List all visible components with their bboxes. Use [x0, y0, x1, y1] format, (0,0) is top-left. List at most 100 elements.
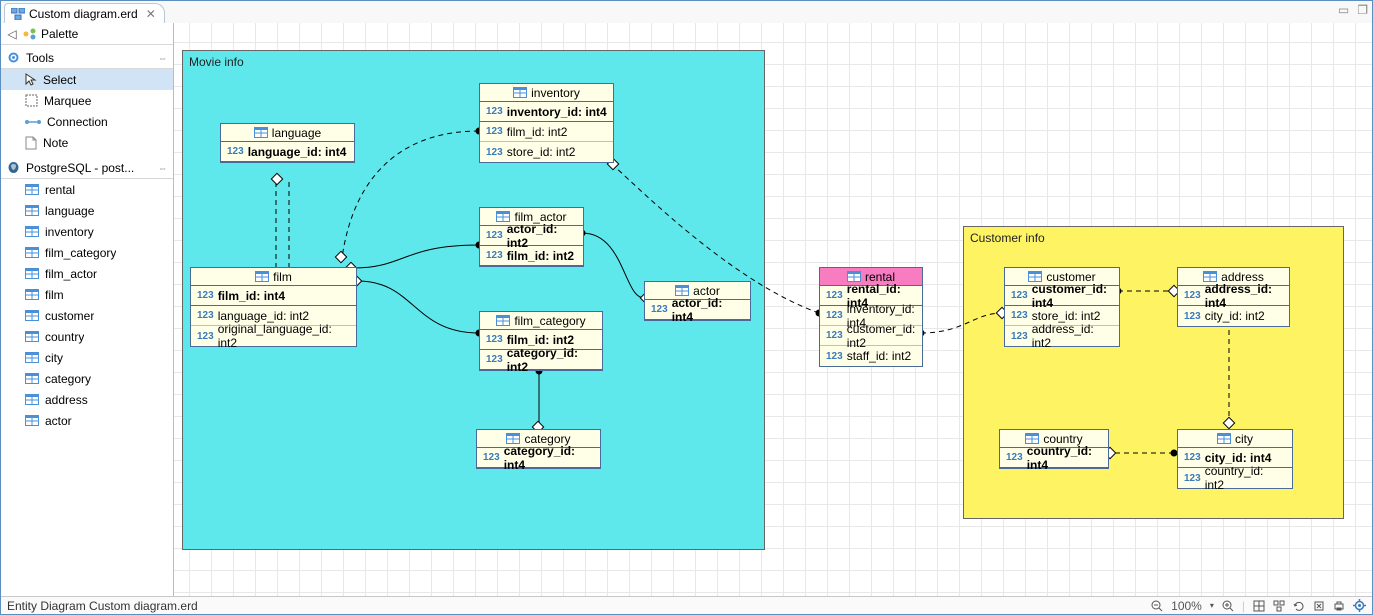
column-name: category_id: int2 [507, 346, 596, 374]
entity-column[interactable]: 123film_id: int4 [191, 286, 356, 306]
tool-connection[interactable]: Connection [1, 111, 173, 132]
entity-address[interactable]: address123address_id: int4123city_id: in… [1177, 267, 1290, 327]
column-name: city_id: int4 [1205, 451, 1272, 465]
table-item-rental[interactable]: rental [1, 179, 173, 200]
close-tab-icon[interactable]: ✕ [146, 7, 156, 21]
table-item-city[interactable]: city [1, 347, 173, 368]
column-name: address_id: int2 [1032, 322, 1113, 350]
table-label: country [45, 330, 84, 344]
column-name: city_id: int2 [1205, 309, 1265, 323]
zoom-dropdown-icon[interactable]: ▾ [1210, 601, 1214, 610]
datatype-icon: 123 [486, 250, 503, 261]
entity-film[interactable]: film123film_id: int4123language_id: int2… [190, 267, 357, 347]
table-item-film[interactable]: film [1, 284, 173, 305]
window-buttons: ▭ ❐ [1338, 3, 1368, 17]
column-name: country_id: int2 [1205, 464, 1286, 492]
entity-column[interactable]: 123film_id: int2 [480, 122, 613, 142]
diagram-canvas-wrap: Movie info Customer info [174, 23, 1372, 596]
datatype-icon: 123 [1184, 290, 1201, 301]
export-icon[interactable] [1313, 600, 1325, 612]
entity-column[interactable]: 123store_id: int2 [480, 142, 613, 162]
tool-note[interactable]: Note [1, 132, 173, 153]
entity-column[interactable]: 123actor_id: int4 [645, 300, 750, 320]
table-label: film_category [45, 246, 116, 260]
table-item-address[interactable]: address [1, 389, 173, 410]
table-label: customer [45, 309, 94, 323]
entity-column[interactable]: 123actor_id: int2 [480, 226, 583, 246]
editor-tab[interactable]: Custom diagram.erd ✕ [4, 3, 165, 23]
entity-language[interactable]: language 123language_id: int4 [220, 123, 355, 163]
entity-column[interactable]: 123language_id: int4 [221, 142, 354, 162]
tools-section-title[interactable]: Tools ⇔ [1, 47, 173, 69]
datatype-icon: 123 [1184, 452, 1201, 463]
entity-column[interactable]: 123original_language_id: int2 [191, 326, 356, 346]
refresh-icon[interactable] [1293, 600, 1305, 612]
pin-icon[interactable]: ⇔ [158, 53, 167, 63]
table-item-film_category[interactable]: film_category [1, 242, 173, 263]
db-label: PostgreSQL - post... [26, 161, 134, 175]
column-name: staff_id: int2 [847, 349, 912, 363]
entity-inventory[interactable]: inventory 123inventory_id: int4123film_id… [479, 83, 614, 163]
zoom-in-icon[interactable] [1222, 600, 1234, 612]
print-icon[interactable] [1333, 600, 1345, 612]
entity-column[interactable]: 123address_id: int2 [1005, 326, 1119, 346]
palette-label: Palette [41, 27, 78, 41]
entity-column[interactable]: 123customer_id: int4 [1005, 286, 1119, 306]
entity-header: film_category [480, 312, 602, 330]
entity-actor[interactable]: actor123actor_id: int4 [644, 281, 751, 321]
entity-rental[interactable]: rental123rental_id: int4123inventory_id:… [819, 267, 923, 367]
maximize-button[interactable]: ❐ [1357, 3, 1368, 17]
entity-city[interactable]: city123city_id: int4123country_id: int2 [1177, 429, 1293, 489]
entity-title: language [272, 126, 321, 140]
entity-column[interactable]: 123category_id: int4 [477, 448, 600, 468]
postgres-icon [7, 161, 20, 174]
table-item-inventory[interactable]: inventory [1, 221, 173, 242]
entity-film_category[interactable]: film_category123film_id: int2123category… [479, 311, 603, 371]
diagram-canvas[interactable]: Movie info Customer info [174, 23, 1372, 596]
table-item-language[interactable]: language [1, 200, 173, 221]
pin-icon[interactable]: ⇔ [158, 163, 167, 173]
datatype-icon: 123 [826, 351, 843, 362]
entity-column[interactable]: 123 staff_id: int2 [820, 346, 922, 366]
back-button[interactable]: ◁ [5, 27, 19, 41]
column-name: film_id: int2 [507, 249, 574, 263]
datatype-icon: 123 [227, 146, 244, 157]
zoom-out-icon[interactable] [1151, 600, 1163, 612]
grid-icon[interactable] [1253, 600, 1265, 612]
table-item-film_actor[interactable]: film_actor [1, 263, 173, 284]
entity-column[interactable]: 123address_id: int4 [1178, 286, 1289, 306]
table-label: address [45, 393, 88, 407]
entity-customer[interactable]: customer123customer_id: int4123store_id:… [1004, 267, 1120, 347]
entity-column[interactable]: 123category_id: int2 [480, 350, 602, 370]
settings-icon[interactable] [1353, 599, 1366, 612]
entity-column[interactable]: 123customer_id: int2 [820, 326, 922, 346]
minimize-button[interactable]: ▭ [1338, 3, 1349, 17]
table-label: category [45, 372, 91, 386]
entity-film_actor[interactable]: film_actor123actor_id: int2123film_id: i… [479, 207, 584, 267]
editor-tab-bar: Custom diagram.erd ✕ ▭ ❐ [1, 1, 1372, 23]
entity-title: inventory [531, 86, 580, 100]
entity-category[interactable]: category123category_id: int4 [476, 429, 601, 469]
table-item-country[interactable]: country [1, 326, 173, 347]
entity-column[interactable]: 123inventory_id: int4 [480, 102, 613, 122]
datatype-icon: 123 [197, 310, 214, 321]
table-item-actor[interactable]: actor [1, 410, 173, 431]
column-name: customer_id: int4 [1032, 282, 1113, 310]
tool-select[interactable]: Select [1, 69, 173, 90]
table-label: city [45, 351, 63, 365]
entity-country[interactable]: country123country_id: int4 [999, 429, 1109, 469]
editor-tab-title: Custom diagram.erd [29, 7, 138, 21]
entity-column[interactable]: 123country_id: int4 [1000, 448, 1108, 468]
entity-title: film_category [514, 314, 585, 328]
column-name: country_id: int4 [1027, 444, 1102, 472]
erd-icon [11, 8, 25, 20]
layout-icon[interactable] [1273, 600, 1285, 612]
table-item-category[interactable]: category [1, 368, 173, 389]
tool-marquee[interactable]: Marquee [1, 90, 173, 111]
entity-column[interactable]: 123country_id: int2 [1178, 468, 1292, 488]
table-item-customer[interactable]: customer [1, 305, 173, 326]
db-section-title[interactable]: PostgreSQL - post... ⇔ [1, 157, 173, 179]
entity-column[interactable]: 123 film_id: int2 [480, 246, 583, 266]
entity-header: film [191, 268, 356, 286]
zoom-level[interactable]: 100% [1171, 599, 1202, 613]
